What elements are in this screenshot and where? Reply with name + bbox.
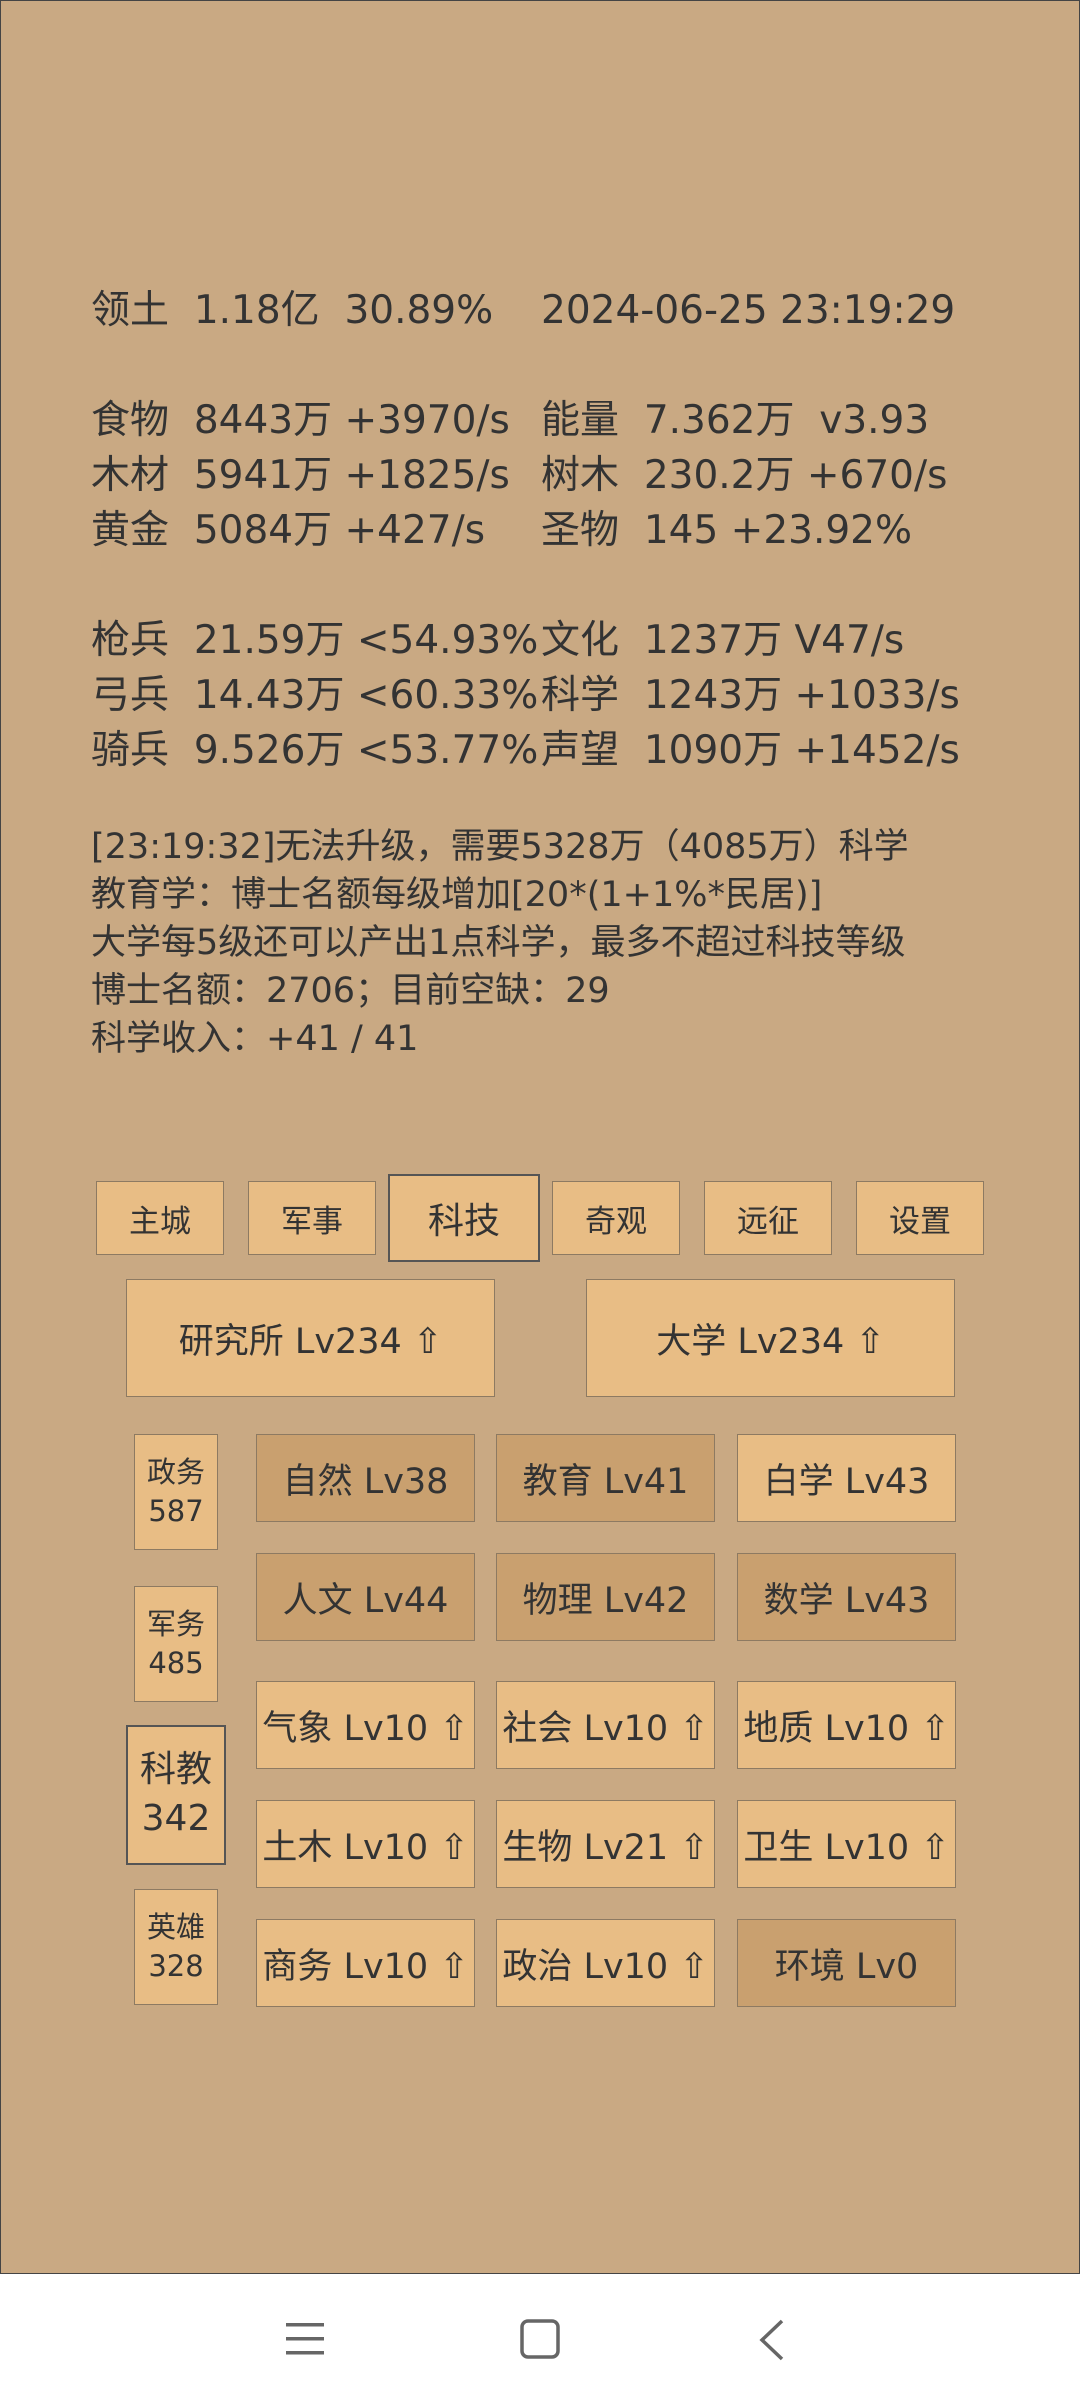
tech-geology[interactable]: 地质 Lv10 ⇧ xyxy=(737,1681,956,1769)
tab-military[interactable]: 军事 xyxy=(248,1181,376,1255)
trees-label: 树木 xyxy=(541,453,620,498)
side-tab-administration[interactable]: 政务 587 xyxy=(134,1434,218,1550)
energy-label: 能量 xyxy=(541,398,620,443)
side-tab-count: 342 xyxy=(141,1798,211,1839)
side-tab-military-affairs[interactable]: 军务 485 xyxy=(134,1586,218,1702)
archer-value: 14.43万 xyxy=(193,673,345,718)
tech-nature[interactable]: 自然 Lv38 xyxy=(256,1434,475,1522)
cavalry-row: 骑兵 9.526万 <53.77% xyxy=(91,731,538,770)
food-row: 食物 8443万 +3970/s xyxy=(91,401,510,440)
gold-label: 黄金 xyxy=(91,508,170,553)
message-line: 大学每5级还可以产出1点科学，最多不超过科技等级 xyxy=(91,923,906,963)
university-button[interactable]: 大学 Lv234 ⇧ xyxy=(586,1279,955,1397)
tech-society[interactable]: 社会 Lv10 ⇧ xyxy=(496,1681,715,1769)
tech-humanities[interactable]: 人文 Lv44 xyxy=(256,1553,475,1641)
spear-value: 21.59万 xyxy=(193,618,345,663)
culture-label: 文化 xyxy=(541,618,620,663)
system-nav-bar xyxy=(0,2274,1080,2400)
wood-label: 木材 xyxy=(91,453,170,498)
territory-label: 领土 xyxy=(91,288,170,333)
gold-value: 5084万 xyxy=(193,508,333,553)
trees-rate: +670/s xyxy=(806,453,948,498)
tech-biology[interactable]: 生物 Lv21 ⇧ xyxy=(496,1800,715,1888)
wood-rate: +1825/s xyxy=(344,453,510,498)
side-tab-count: 328 xyxy=(148,1949,204,1983)
tech-white-studies[interactable]: 白学 Lv43 xyxy=(737,1434,956,1522)
archer-row: 弓兵 14.43万 <60.33% xyxy=(91,676,538,715)
science-label: 科学 xyxy=(541,673,620,718)
menu-icon[interactable] xyxy=(284,2319,328,2359)
spear-row: 枪兵 21.59万 <54.93% xyxy=(91,621,538,660)
side-tab-name: 科教 xyxy=(139,1749,212,1791)
side-tab-name: 军务 xyxy=(146,1606,205,1641)
culture-rate: V47/s xyxy=(794,618,905,663)
relic-row: 圣物 145 +23.92% xyxy=(541,511,912,550)
science-row: 科学 1243万 +1033/s xyxy=(541,676,960,715)
tech-physics[interactable]: 物理 Lv42 xyxy=(496,1553,715,1641)
tech-civil-engineering[interactable]: 土木 Lv10 ⇧ xyxy=(256,1800,475,1888)
food-rate: +3970/s xyxy=(344,398,510,443)
energy-value: 7.362万 xyxy=(643,398,795,443)
prestige-rate: +1452/s xyxy=(794,728,960,773)
relic-rate: +23.92% xyxy=(730,508,913,553)
wood-row: 木材 5941万 +1825/s xyxy=(91,456,510,495)
territory-row: 领土 1.18亿 30.89% xyxy=(91,291,493,330)
tech-meteorology[interactable]: 气象 Lv10 ⇧ xyxy=(256,1681,475,1769)
tab-technology[interactable]: 科技 xyxy=(388,1174,540,1262)
tech-mathematics[interactable]: 数学 Lv43 xyxy=(737,1553,956,1641)
home-icon[interactable] xyxy=(519,2318,561,2360)
game-screen: 领土 1.18亿 30.89% 2024-06-25 23:19:29 食物 8… xyxy=(0,0,1080,2274)
prestige-row: 声望 1090万 +1452/s xyxy=(541,731,960,770)
spear-label: 枪兵 xyxy=(91,618,170,663)
territory-value: 1.18亿 xyxy=(193,288,320,333)
science-value: 1243万 xyxy=(643,673,783,718)
cavalry-rate: <53.77% xyxy=(356,728,539,773)
culture-value: 1237万 xyxy=(643,618,783,663)
tech-environment[interactable]: 环境 Lv0 xyxy=(737,1919,956,2007)
message-line: 博士名额：2706；目前空缺：29 xyxy=(91,971,610,1011)
tab-main-city[interactable]: 主城 xyxy=(96,1181,224,1255)
science-rate: +1033/s xyxy=(794,673,960,718)
prestige-value: 1090万 xyxy=(643,728,783,773)
datetime: 2024-06-25 23:19:29 xyxy=(541,288,956,333)
tab-expedition[interactable]: 远征 xyxy=(704,1181,832,1255)
territory-pct: 30.89% xyxy=(344,288,494,333)
gold-rate: +427/s xyxy=(344,508,486,553)
back-icon[interactable] xyxy=(756,2318,788,2362)
prestige-label: 声望 xyxy=(541,728,620,773)
research-institute-button[interactable]: 研究所 Lv234 ⇧ xyxy=(126,1279,495,1397)
food-value: 8443万 xyxy=(193,398,333,443)
tab-wonders[interactable]: 奇观 xyxy=(552,1181,680,1255)
message-line: 科学收入：+41 / 41 xyxy=(91,1019,419,1059)
side-tab-count: 587 xyxy=(148,1494,204,1528)
archer-rate: <60.33% xyxy=(356,673,539,718)
tech-education[interactable]: 教育 Lv41 xyxy=(496,1434,715,1522)
message-line: [23:19:32]无法升级，需要5328万（4085万）科学 xyxy=(91,827,909,867)
side-tab-heroes[interactable]: 英雄 328 xyxy=(134,1889,218,2005)
energy-row: 能量 7.362万 v3.93 xyxy=(541,401,929,440)
trees-value: 230.2万 xyxy=(643,453,795,498)
wood-value: 5941万 xyxy=(193,453,333,498)
cavalry-value: 9.526万 xyxy=(193,728,345,773)
relic-value: 145 xyxy=(643,508,719,553)
cavalry-label: 骑兵 xyxy=(91,728,170,773)
side-tab-science-education[interactable]: 科教 342 xyxy=(126,1725,226,1865)
side-tab-name: 政务 xyxy=(146,1454,205,1489)
food-label: 食物 xyxy=(91,398,170,443)
energy-rate: v3.93 xyxy=(819,398,930,443)
tech-politics[interactable]: 政治 Lv10 ⇧ xyxy=(496,1919,715,2007)
tab-settings[interactable]: 设置 xyxy=(856,1181,984,1255)
gold-row: 黄金 5084万 +427/s xyxy=(91,511,485,550)
trees-row: 树木 230.2万 +670/s xyxy=(541,456,947,495)
message-line: 教育学：博士名额每级增加[20*(1+1%*民居)] xyxy=(91,875,823,915)
side-tab-name: 英雄 xyxy=(146,1909,205,1944)
tech-hygiene[interactable]: 卫生 Lv10 ⇧ xyxy=(737,1800,956,1888)
archer-label: 弓兵 xyxy=(91,673,170,718)
tech-commerce[interactable]: 商务 Lv10 ⇧ xyxy=(256,1919,475,2007)
culture-row: 文化 1237万 V47/s xyxy=(541,621,904,660)
side-tab-count: 485 xyxy=(148,1646,204,1680)
relic-label: 圣物 xyxy=(541,508,620,553)
spear-rate: <54.93% xyxy=(356,618,539,663)
